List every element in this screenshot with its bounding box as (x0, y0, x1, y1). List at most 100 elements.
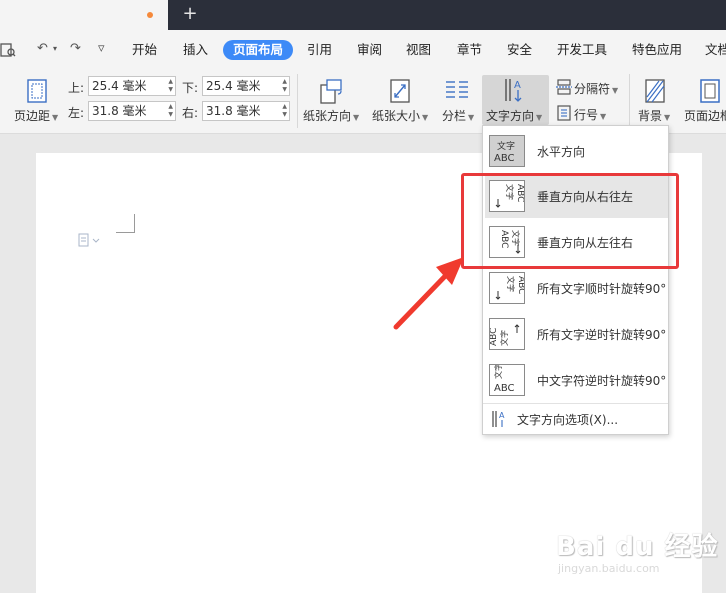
left-margin-label: 左: (68, 106, 85, 120)
bottom-margin-value: 25.4 毫米 (206, 79, 261, 93)
menu-start[interactable]: 开始 (132, 40, 157, 60)
page-background-icon[interactable] (643, 77, 667, 105)
svg-text:A: A (514, 80, 521, 91)
annotation-arrow-icon (393, 257, 464, 330)
undo-icon[interactable]: ↶ (37, 40, 48, 58)
chevron-down-icon: ▼ (468, 113, 475, 122)
menu-review[interactable]: 审阅 (357, 40, 382, 60)
text-direction-option-rotate-all-90-cw[interactable]: ABC 文字 所有文字顺时针旋转90° (485, 266, 668, 310)
paragraph-layout-icon[interactable] (78, 233, 100, 247)
ribbon-separator (297, 74, 298, 128)
page-margin-corner-mark (116, 214, 135, 233)
line-numbers-icon[interactable] (556, 105, 572, 121)
menu-security[interactable]: 安全 (507, 40, 532, 60)
chevron-down-icon: ▼ (664, 113, 671, 122)
annotation-highlight-box (461, 173, 679, 269)
rotate-cw-thumbnail: ABC 文字 (489, 272, 526, 304)
option-label: 所有文字顺时针旋转90° (537, 282, 667, 296)
thumb-text-cn: 文字 (499, 330, 509, 346)
text-direction-option-rotate-cjk-90-ccw[interactable]: 文字 ABC 中文字符逆时针旋转90° (485, 358, 668, 402)
option-label: 水平方向 (537, 145, 586, 159)
top-margin-input[interactable]: 25.4 毫米 ▲ ▼ (88, 76, 176, 96)
page-orientation-label: 纸张方向 (303, 109, 352, 123)
text-direction-label: 文字方向 (486, 109, 535, 123)
menu-view[interactable]: 视图 (406, 40, 431, 60)
line-numbers-button[interactable]: 行号 ▼ (574, 106, 606, 123)
menu-document[interactable]: 文档 (705, 40, 726, 60)
text-direction-dropdown: 文字 ABC 水平方向 ABC 文字 垂直方向从右往左 ABC 文字 垂直方向从左往右… (482, 125, 669, 435)
bottom-margin-label: 下: (182, 81, 199, 95)
ribbon-separator (629, 74, 630, 128)
text-direction-button[interactable]: 文字方向 ▼ (486, 107, 542, 124)
menu-developer-tools[interactable]: 开发工具 (557, 40, 607, 60)
chevron-down-icon: ▼ (612, 86, 619, 95)
page-orientation-icon[interactable] (318, 77, 344, 105)
stepper-arrows-icon[interactable]: ▲ ▼ (168, 103, 173, 119)
page-background-button[interactable]: 背景 ▼ (638, 107, 670, 124)
paper-size-icon[interactable] (388, 77, 412, 105)
redo-icon[interactable]: ↷ (70, 40, 81, 58)
paper-size-label: 纸张大小 (372, 109, 421, 123)
new-tab-plus-icon[interactable]: + (180, 4, 200, 24)
print-preview-icon[interactable] (0, 41, 16, 59)
page-border-icon[interactable] (698, 77, 722, 105)
watermark-brand: Bai du 经验 (556, 532, 719, 562)
menu-chapter[interactable]: 章节 (457, 40, 482, 60)
menu-special-apps[interactable]: 特色应用 (632, 40, 682, 60)
rotate-ccw-thumbnail: ABC 文字 (489, 318, 525, 350)
svg-text:A: A (499, 411, 505, 420)
bottom-margin-input[interactable]: 25.4 毫米 ▲ ▼ (202, 76, 290, 96)
stepper-arrows-icon[interactable]: ▲ ▼ (282, 78, 287, 94)
menu-insert[interactable]: 插入 (183, 40, 208, 60)
top-margin-value: 25.4 毫米 (92, 79, 147, 93)
option-label: 中文字符逆时针旋转90° (537, 374, 667, 388)
columns-icon[interactable] (444, 78, 470, 102)
columns-button[interactable]: 分栏 ▼ (442, 107, 474, 124)
thumb-text-cn: 文字 (506, 276, 516, 292)
thumb-text-cn: 文字 (497, 140, 515, 152)
menu-references[interactable]: 引用 (307, 40, 332, 60)
document-tab[interactable] (0, 0, 168, 30)
page-margins-icon[interactable] (25, 78, 49, 104)
thumb-text-latin: ABC (516, 276, 524, 294)
text-direction-options-label: 文字方向选项(X)... (517, 413, 619, 427)
page-margins-label: 页边距 (14, 109, 51, 123)
chevron-down-icon: ▼ (600, 112, 607, 121)
watermark-url: jingyan.baidu.com (558, 562, 660, 575)
right-margin-label: 右: (182, 106, 199, 120)
chevron-down-icon: ▼ (422, 113, 429, 122)
watermark: Bai du 经验 jingyan.baidu.com (556, 526, 719, 582)
columns-label: 分栏 (442, 109, 467, 123)
undo-dropdown-caret[interactable]: ▾ (53, 40, 57, 58)
separator-label: 分隔符 (574, 82, 611, 96)
menu-page-layout[interactable]: 页面布局 (223, 40, 294, 60)
chevron-down-icon: ▼ (536, 113, 543, 122)
horizontal-text-thumbnail: 文字 ABC (489, 135, 525, 167)
text-direction-option-rotate-all-90-ccw[interactable]: ABC 文字 所有文字逆时针旋转90° (485, 312, 668, 356)
thumb-text-latin: ABC (494, 383, 515, 394)
paper-size-button[interactable]: 纸张大小 ▼ (372, 107, 428, 124)
left-margin-input[interactable]: 31.8 毫米 ▲ ▼ (88, 101, 176, 121)
option-label: 所有文字逆时针旋转90° (537, 328, 667, 342)
text-direction-options-icon: A (492, 411, 505, 427)
text-direction-icon[interactable]: A (502, 77, 528, 103)
right-margin-input[interactable]: 31.8 毫米 ▲ ▼ (202, 101, 290, 121)
separator-button[interactable]: 分隔符 ▼ (574, 80, 618, 97)
unsaved-dot-icon (147, 12, 153, 18)
page-margins-button[interactable]: 页边距 ▼ (14, 107, 58, 124)
right-margin-value: 31.8 毫米 (206, 104, 261, 118)
separator-icon[interactable] (556, 79, 572, 95)
stepper-arrows-icon[interactable]: ▲ ▼ (282, 103, 287, 119)
text-direction-option-horizontal[interactable]: 文字 ABC 水平方向 (485, 129, 668, 173)
rotate-cjk-thumbnail: 文字 ABC (489, 363, 525, 396)
chevron-down-icon: ▼ (52, 113, 59, 122)
page-orientation-button[interactable]: 纸张方向 ▼ (303, 107, 359, 124)
text-direction-options-item[interactable]: A 文字方向选项(X)... (485, 405, 668, 433)
thumb-text-latin: ABC (494, 153, 515, 164)
stepper-arrows-icon[interactable]: ▲ ▼ (168, 78, 173, 94)
customize-quick-access-icon[interactable]: ▿ (98, 40, 105, 58)
page-border-button[interactable]: 页面边框 (684, 107, 726, 124)
left-margin-value: 31.8 毫米 (92, 104, 147, 118)
chevron-down-icon: ▼ (353, 113, 360, 122)
thumb-text-latin: ABC (490, 328, 499, 346)
